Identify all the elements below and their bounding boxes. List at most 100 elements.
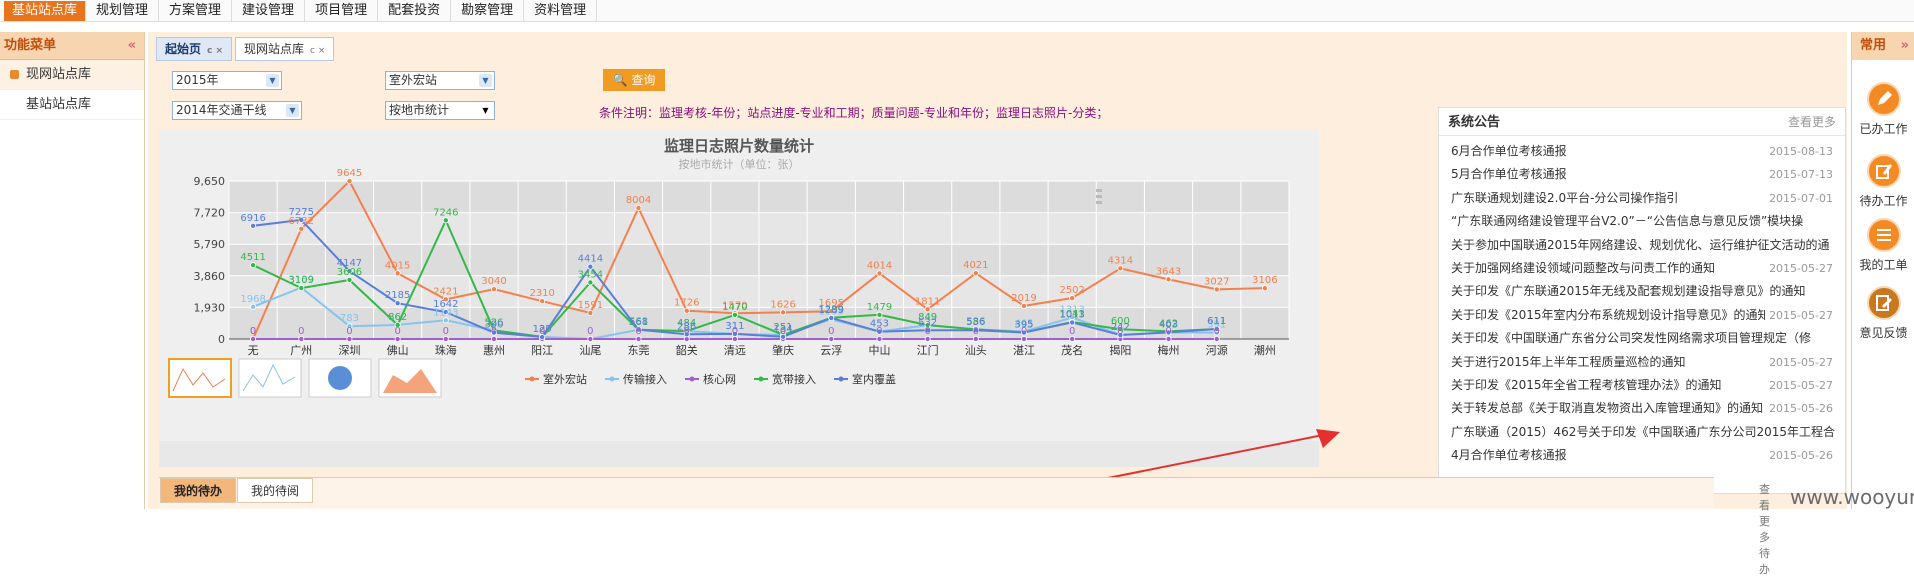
x-tick-label: 汕尾	[579, 344, 601, 357]
project-select[interactable]: 2014年交通干线 ▼	[172, 101, 302, 120]
menu-item-base-station-db[interactable]: 基站站点库	[0, 90, 144, 120]
data-point	[394, 300, 401, 307]
notice-item-title: 6月合作单位考核通报	[1451, 144, 1567, 158]
tab-my-todo[interactable]: 我的待办	[160, 478, 237, 503]
notice-item[interactable]: 4月合作单位考核通报 2015-05-26	[1439, 444, 1845, 468]
data-label: 0	[346, 326, 352, 337]
chart-thumbnail	[168, 358, 232, 398]
data-label: 9645	[337, 168, 362, 179]
collapse-icon[interactable]: «	[128, 32, 136, 60]
data-label: 1479	[867, 302, 892, 313]
nav-project[interactable]: 项目管理	[305, 0, 379, 22]
chart-title: 监理日志照片数量统计	[664, 137, 814, 155]
data-label: 4021	[963, 260, 988, 271]
data-label: 311	[725, 321, 744, 332]
pencil-icon	[1866, 82, 1901, 116]
notice-header: 系统公告 查看更多	[1439, 108, 1845, 136]
bottom-more-link[interactable]: 查看更多待办	[1759, 481, 1770, 577]
notice-item[interactable]: 关于印发《2015年室内分布系统规划设计指导意见》的通知 2015-05-27	[1439, 303, 1845, 328]
tab-live-sites[interactable]: 现网站点库 c ×	[235, 37, 335, 61]
notice-item[interactable]: 关于转发总部《关于取消直发物资出入库管理通知》的通知 2015-05-26	[1439, 397, 1845, 421]
x-tick-label: 中山	[868, 344, 890, 357]
tab-my-toread[interactable]: 我的待阅	[237, 478, 314, 503]
data-label: 536	[966, 317, 985, 328]
chevron-down-icon: ▼	[286, 104, 299, 117]
notice-item-title: 4月合作单位考核通报	[1451, 448, 1567, 463]
y-tick-label: 7,720	[194, 207, 226, 220]
notice-item[interactable]: 广东联通（2015）462号关于印发《中国联通广东分公司2015年工程合	[1439, 421, 1845, 444]
notice-item[interactable]: 关于加强网络建设领域问题整改与问责工作的通知 2015-05-27	[1439, 256, 1845, 281]
function-menu-title: 功能菜单	[4, 38, 57, 53]
data-label: 4414	[578, 254, 603, 265]
tab-close-icon[interactable]: c ×	[207, 46, 223, 56]
stat-mode-select-value: 按地市统计	[389, 103, 450, 117]
data-point	[972, 270, 979, 277]
data-label: 3643	[1156, 266, 1181, 277]
notice-item[interactable]: 关于参加中国联通2015年网络建设、规划优化、运行维护征文活动的通	[1439, 234, 1845, 257]
data-label: 0	[250, 326, 256, 337]
legend-item: 核心网	[703, 372, 736, 386]
thumbnail-pie-shape	[328, 366, 352, 390]
data-point	[972, 335, 979, 342]
data-label: 403	[1159, 319, 1178, 330]
notice-item-date: 2015-07-13	[1765, 163, 1833, 187]
x-tick-label: 茂名	[1061, 343, 1083, 357]
shortcut-label: 已办工作	[1859, 122, 1908, 136]
x-tick-label: 潮州	[1254, 343, 1276, 357]
chart-menu-icon[interactable]	[1096, 189, 1102, 204]
chart-thumbnail	[238, 358, 302, 398]
notice-item-title: 5月合作单位考核通报	[1451, 167, 1567, 182]
data-label: 0	[443, 326, 449, 337]
stat-mode-select[interactable]: 按地市统计 ▼	[385, 101, 495, 120]
tab-home[interactable]: 起始页 c ×	[156, 37, 233, 61]
data-point	[731, 311, 738, 318]
category-select[interactable]: 室外宏站 ▼	[385, 71, 495, 90]
data-label: 3027	[1204, 276, 1229, 287]
shortcut-feedback[interactable]: 意见反馈	[1852, 286, 1914, 341]
function-menu-header: 功能菜单 «	[0, 32, 144, 60]
legend-marker	[758, 376, 764, 382]
notice-item[interactable]: 关于印发《2015年全省工程考核管理办法》的通知 2015-05-27	[1439, 373, 1845, 398]
data-label: 0	[587, 326, 593, 337]
nav-construction[interactable]: 建设管理	[232, 0, 306, 22]
notice-item[interactable]: 广东联通规划建设2.0平台-分公司操作指引 2015-07-01	[1439, 186, 1845, 211]
x-tick-label: 汕头	[965, 344, 987, 357]
shortcut-todo-work[interactable]: 待办工作	[1852, 154, 1914, 209]
notice-item[interactable]: 关于印发《中国联通广东省分公司突发性网络需求项目管理规定（修	[1439, 327, 1845, 350]
data-label: 1811	[915, 296, 940, 307]
menu-item-live-sites[interactable]: 现网站点库	[0, 60, 144, 90]
data-point	[1213, 286, 1220, 293]
legend-item: 宽带接入	[772, 372, 816, 386]
shortcut-my-tickets[interactable]: 我的工单	[1852, 218, 1914, 273]
nav-scheme[interactable]: 方案管理	[159, 0, 233, 22]
nav-supporting-investment[interactable]: 配套投资	[378, 0, 452, 22]
nav-base-station-db[interactable]: 基站站点库	[4, 0, 87, 21]
data-label: 862	[388, 312, 407, 323]
legend-marker	[689, 376, 695, 382]
x-tick-label: 肇庆	[772, 343, 794, 357]
nav-planning[interactable]: 规划管理	[86, 0, 160, 22]
notice-item[interactable]: 关于进行2015年上半年工程质量巡检的通知 2015-05-27	[1439, 350, 1845, 374]
query-button[interactable]: 🔍 查询	[603, 69, 665, 91]
tab-label: 现网站点库	[244, 42, 305, 56]
notice-item[interactable]: 5月合作单位考核通报 2015-07-13	[1439, 163, 1845, 187]
data-point	[442, 335, 449, 342]
notice-item[interactable]: 6月合作单位考核通报 2015-08-13	[1439, 140, 1845, 164]
expand-icon[interactable]: »	[1901, 32, 1909, 60]
notice-more-link[interactable]: 查看更多	[1788, 108, 1836, 136]
data-label: 2185	[385, 290, 410, 301]
shortcut-done-work[interactable]: 已办工作	[1852, 82, 1914, 137]
data-point	[1213, 335, 1220, 342]
notice-item-title: 关于印发《中国联通广东省分公司突发性网络需求项目管理规定（修	[1451, 331, 1812, 346]
notice-item-date: 2015-05-27	[1765, 303, 1833, 328]
notice-item[interactable]: “广东联通网络建设管理平台V2.0”－“公告信息与意见反馈”模块操	[1439, 210, 1845, 233]
nav-documents[interactable]: 资料管理	[524, 0, 598, 22]
watermark: www.wooyun.org	[1790, 485, 1914, 509]
data-label: 0	[394, 326, 400, 337]
year-select[interactable]: 2015年 ▼	[172, 71, 282, 90]
data-label: 1289	[819, 305, 844, 316]
data-label: 611	[1207, 316, 1226, 327]
nav-survey[interactable]: 勘察管理	[451, 0, 525, 22]
tab-close-icon[interactable]: c ×	[310, 46, 325, 56]
notice-item[interactable]: 关于印发《广东联通2015年无线及配套规划建设指导意见》的通知	[1439, 280, 1845, 303]
